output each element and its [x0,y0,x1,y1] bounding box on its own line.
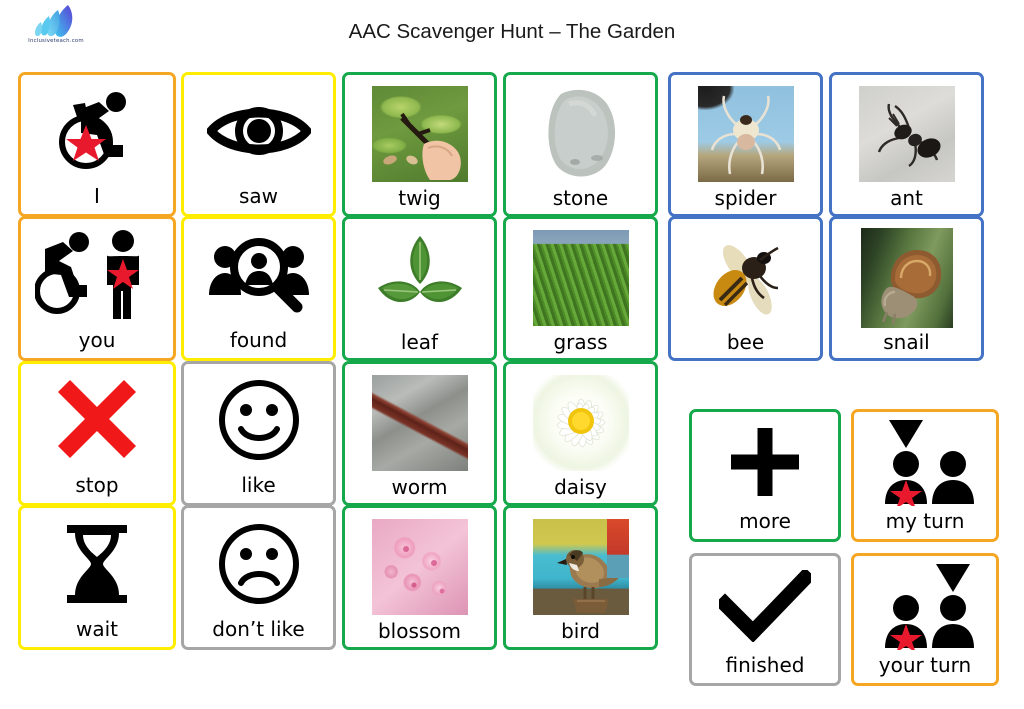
daisy-photo [532,374,629,471]
card-found[interactable]: found [181,216,336,361]
card-label: worm [391,475,448,499]
card-stone[interactable]: stone [503,72,658,217]
card-twig[interactable]: twig [342,72,497,217]
card-art [506,75,655,188]
card-art [671,219,820,332]
card-art [345,364,494,477]
grass-photo [532,229,629,326]
snail-photo [860,227,953,328]
card-art [692,556,838,655]
red-cross-icon [57,379,137,458]
card-art [345,219,494,332]
card-bird[interactable]: bird [503,505,658,650]
card-your-turn[interactable]: your turn [851,553,999,686]
card-dont-like[interactable]: don’t like [181,505,336,650]
blossom-photo [371,518,468,615]
card-art [671,75,820,188]
twig-photo [371,85,468,182]
card-label: my turn [885,509,965,533]
bird-photo [532,518,629,615]
card-label: don’t like [212,617,305,641]
people-magnifier-icon [208,237,309,312]
card-label: stone [552,186,609,210]
stone-photo [534,83,627,184]
card-art [506,508,655,621]
card-blossom[interactable]: blossom [342,505,497,650]
card-wait[interactable]: wait [18,505,176,650]
card-bee[interactable]: bee [668,216,823,361]
card-label: spider [714,186,777,210]
eye-icon [206,106,311,155]
card-label: like [241,473,276,497]
card-grass[interactable]: grass [503,216,658,361]
card-label: ant [890,186,923,210]
leaf-photo [371,229,468,326]
card-label: daisy [554,475,607,499]
card-more[interactable]: more [689,409,841,542]
your-turn-icon [885,563,974,650]
card-label: blossom [377,619,462,643]
card-art [854,412,996,511]
card-art [692,412,838,511]
card-stop[interactable]: stop [18,361,176,506]
card-art [21,219,173,330]
card-label: saw [238,184,279,208]
card-art [21,508,173,619]
card-daisy[interactable]: daisy [503,361,658,506]
card-label: more [739,509,791,533]
card-leaf[interactable]: leaf [342,216,497,361]
card-label: wait [75,617,118,641]
hourglass-icon [67,524,127,603]
plus-icon [731,427,799,496]
card-label: stop [75,473,119,497]
card-art [854,556,996,655]
card-label: you [78,328,116,352]
card-art [506,219,655,332]
communication-board: I saw twig stone spider ant you found le… [0,0,1024,709]
card-art [184,219,333,330]
card-art [832,75,981,188]
card-label: bird [561,619,600,643]
my-turn-icon [885,419,974,506]
card-label: grass [553,330,608,354]
card-label: finished [725,653,805,677]
sad-face-icon [218,523,299,604]
card-label: I [94,184,100,208]
card-art [832,219,981,332]
card-label: found [229,328,288,352]
card-art [184,364,333,475]
card-my-turn[interactable]: my turn [851,409,999,542]
card-worm[interactable]: worm [342,361,497,506]
card-label: your turn [878,653,972,677]
card-label: leaf [400,330,439,354]
card-art [506,364,655,477]
card-art [345,508,494,621]
spider-photo [697,85,794,182]
card-label: twig [398,186,441,210]
card-finished[interactable]: finished [689,553,841,686]
card-art [21,75,173,186]
card-label: bee [726,330,765,354]
card-art [345,75,494,188]
card-i[interactable]: I [18,72,176,217]
card-label: snail [883,330,930,354]
card-art [184,508,333,619]
wheelchair-user-star-icon [59,91,126,169]
two-people-star-icon [35,229,139,319]
bee-photo [697,229,794,326]
happy-face-icon [218,379,299,460]
card-ant[interactable]: ant [829,72,984,217]
card-like[interactable]: like [181,361,336,506]
worm-photo [371,374,468,471]
card-saw[interactable]: saw [181,72,336,217]
card-snail[interactable]: snail [829,216,984,361]
card-you[interactable]: you [18,216,176,361]
card-spider[interactable]: spider [668,72,823,217]
card-art [184,75,333,186]
check-icon [719,569,811,642]
card-art [21,364,173,475]
ant-photo [858,85,955,182]
